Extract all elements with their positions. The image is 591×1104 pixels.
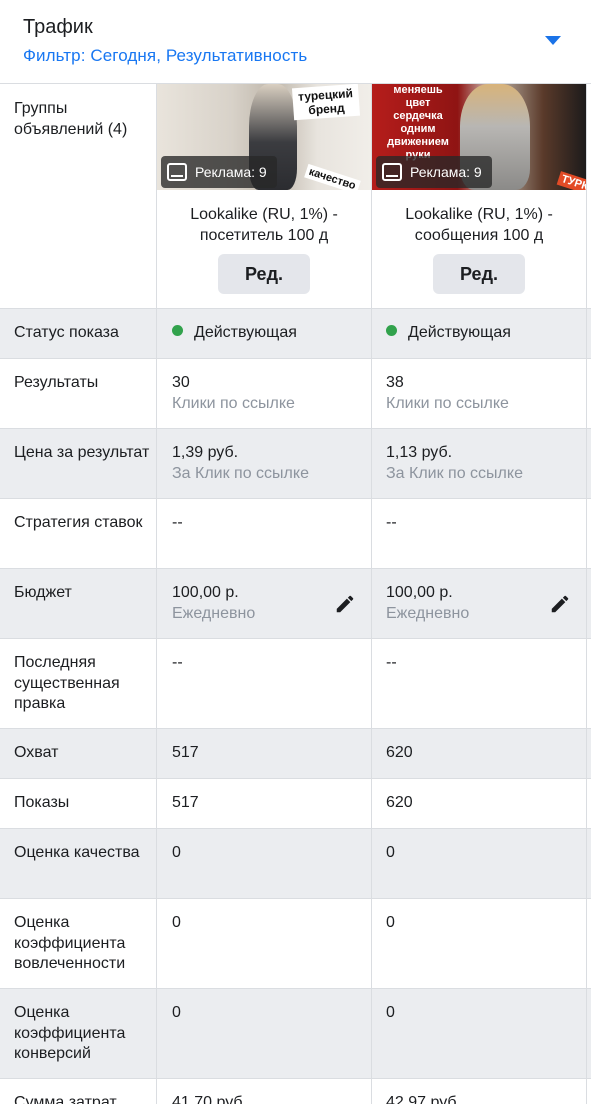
thumbnail-corner-text: ТУРК [556,171,586,190]
table-row-engagement: Оценка коэффициента вовлеченности 0 0 [0,899,591,989]
cell-subtext: За Клик по ссылке [386,464,523,482]
table-row-results: Результаты 30 Клики по ссылке 38 Клики по … [0,359,591,429]
row-label: Оценка качества [14,844,140,861]
pencil-icon[interactable] [549,593,571,615]
cell-value: 100,00 р. [386,584,453,601]
thumbnail-caption: меняешь цвет сердечка одним движением ру… [387,84,449,161]
campaign-title: Трафик [23,16,93,38]
ad-preview-icon [167,163,187,181]
cell-value: -- [386,514,397,531]
cell-value: 0 [386,844,395,861]
filter-link[interactable]: Фильтр: Сегодня, Результативность [23,46,307,66]
cell-value: 620 [386,744,413,761]
cell-subtext: Ежедневно [172,604,256,622]
row-label: Показы [14,794,70,811]
cell-value: 42,97 руб. [386,1094,461,1104]
row-label: Оценка коэффициента вовлеченности [14,914,126,972]
thumbnail-corner-text: качество [304,163,361,190]
ad-thumbnail[interactable]: турецкий бренд качество Реклама: 9 [157,84,371,190]
cell-value: -- [172,514,183,531]
row-label: Оценка коэффициента конверсий [14,1004,126,1062]
status-cell: Действующая [172,323,297,344]
ad-preview-icon [382,163,402,181]
edit-button[interactable]: Ред. [218,254,310,294]
cell-subtext: За Клик по ссылке [172,464,309,482]
cell-value: 30 [172,374,190,391]
budget-cell: 100,00 р. Ежедневно [172,583,255,624]
cell-value: 41,70 руб. [172,1094,247,1104]
cell-subtext: Клики по ссылке [386,394,509,412]
column-divider [156,84,157,1104]
table-row-cost: Цена за результат 1,39 руб. За Клик по сс… [0,429,591,499]
cell-value: 1,39 руб. [172,444,239,461]
table-row-spent: Сумма затрат 41,70 руб. 42,97 руб. [0,1079,591,1104]
row-label: Сумма затрат [14,1094,117,1104]
table-row-reach: Охват 517 620 [0,729,591,779]
results-cell: 30 Клики по ссылке [172,373,295,414]
cell-value: 100,00 р. [172,584,239,601]
cell-value: 0 [172,914,181,931]
cell-value: 38 [386,374,404,391]
pencil-icon[interactable] [334,593,356,615]
results-cell: 38 Клики по ссылке [386,373,509,414]
cell-value: 0 [386,1004,395,1021]
status-dot-icon [172,325,183,337]
ad-group-name[interactable]: Lookalike (RU, 1%) - сообщения 100 д [372,204,586,246]
ads-count-badge: Реклама: 9 [161,156,277,188]
cell-value: 517 [172,794,199,811]
table-row-conversion: Оценка коэффициента конверсий 0 0 [0,989,591,1079]
row-label: Охват [14,744,59,761]
table-row-status: Статус показа Действующая Действующая [0,309,591,359]
cell-value: -- [386,654,397,671]
row-label: Последняя существенная правка [14,654,120,712]
row-label: Цена за результат [14,444,150,461]
ad-group-column-1[interactable]: турецкий бренд качество Реклама: 9 Looka… [157,84,371,308]
cell-value: -- [172,654,183,671]
status-cell: Действующая [386,323,511,344]
cost-cell: 1,39 руб. За Клик по ссылке [172,443,309,484]
cell-value: 620 [386,794,413,811]
row-label: Бюджет [14,584,72,601]
row-label: Статус показа [14,324,119,341]
cell-value: 1,13 руб. [386,444,453,461]
ad-group-column-2[interactable]: меняешь цвет сердечка одним движением ру… [372,84,586,308]
table-row-strategy: Стратегия ставок -- -- [0,499,591,569]
cell-subtext: Ежедневно [386,604,470,622]
cell-subtext: Клики по ссылке [172,394,295,412]
status-value: Действующая [194,324,297,341]
cell-value: 0 [172,844,181,861]
cell-value: 0 [172,1004,181,1021]
ads-count-label: Реклама: 9 [410,164,482,180]
ads-count-badge: Реклама: 9 [376,156,492,188]
cell-value: 517 [172,744,199,761]
status-dot-icon [386,325,397,337]
ad-thumbnail[interactable]: меняешь цвет сердечка одним движением ру… [372,84,586,190]
cell-value: 0 [386,914,395,931]
ad-group-name[interactable]: Lookalike (RU, 1%) - посетитель 100 д [157,204,371,246]
column-divider [586,84,587,1104]
table-row-budget: Бюджет 100,00 р. Ежедневно 100,00 р. Ежедн… [0,569,591,639]
table-row-ad-groups: Группы объявлений (4) турецкий бренд кач… [0,84,591,309]
row-label: Результаты [14,374,99,391]
row-label: Стратегия ставок [14,514,143,531]
chevron-down-icon[interactable] [545,36,561,45]
table-row-quality: Оценка качества 0 0 [0,829,591,899]
header: Трафик Фильтр: Сегодня, Результативность [0,0,591,84]
table-row-impressions: Показы 517 620 [0,779,591,829]
ads-count-label: Реклама: 9 [195,164,267,180]
status-value: Действующая [408,324,511,341]
edit-button[interactable]: Ред. [433,254,525,294]
cost-cell: 1,13 руб. За Клик по ссылке [386,443,523,484]
thumbnail-caption: турецкий бренд [291,84,361,121]
column-divider [371,84,372,1104]
table-row-last-edit: Последняя существенная правка -- -- [0,639,591,729]
row-label: Группы объявлений (4) [14,100,128,138]
budget-cell: 100,00 р. Ежедневно [386,583,469,624]
